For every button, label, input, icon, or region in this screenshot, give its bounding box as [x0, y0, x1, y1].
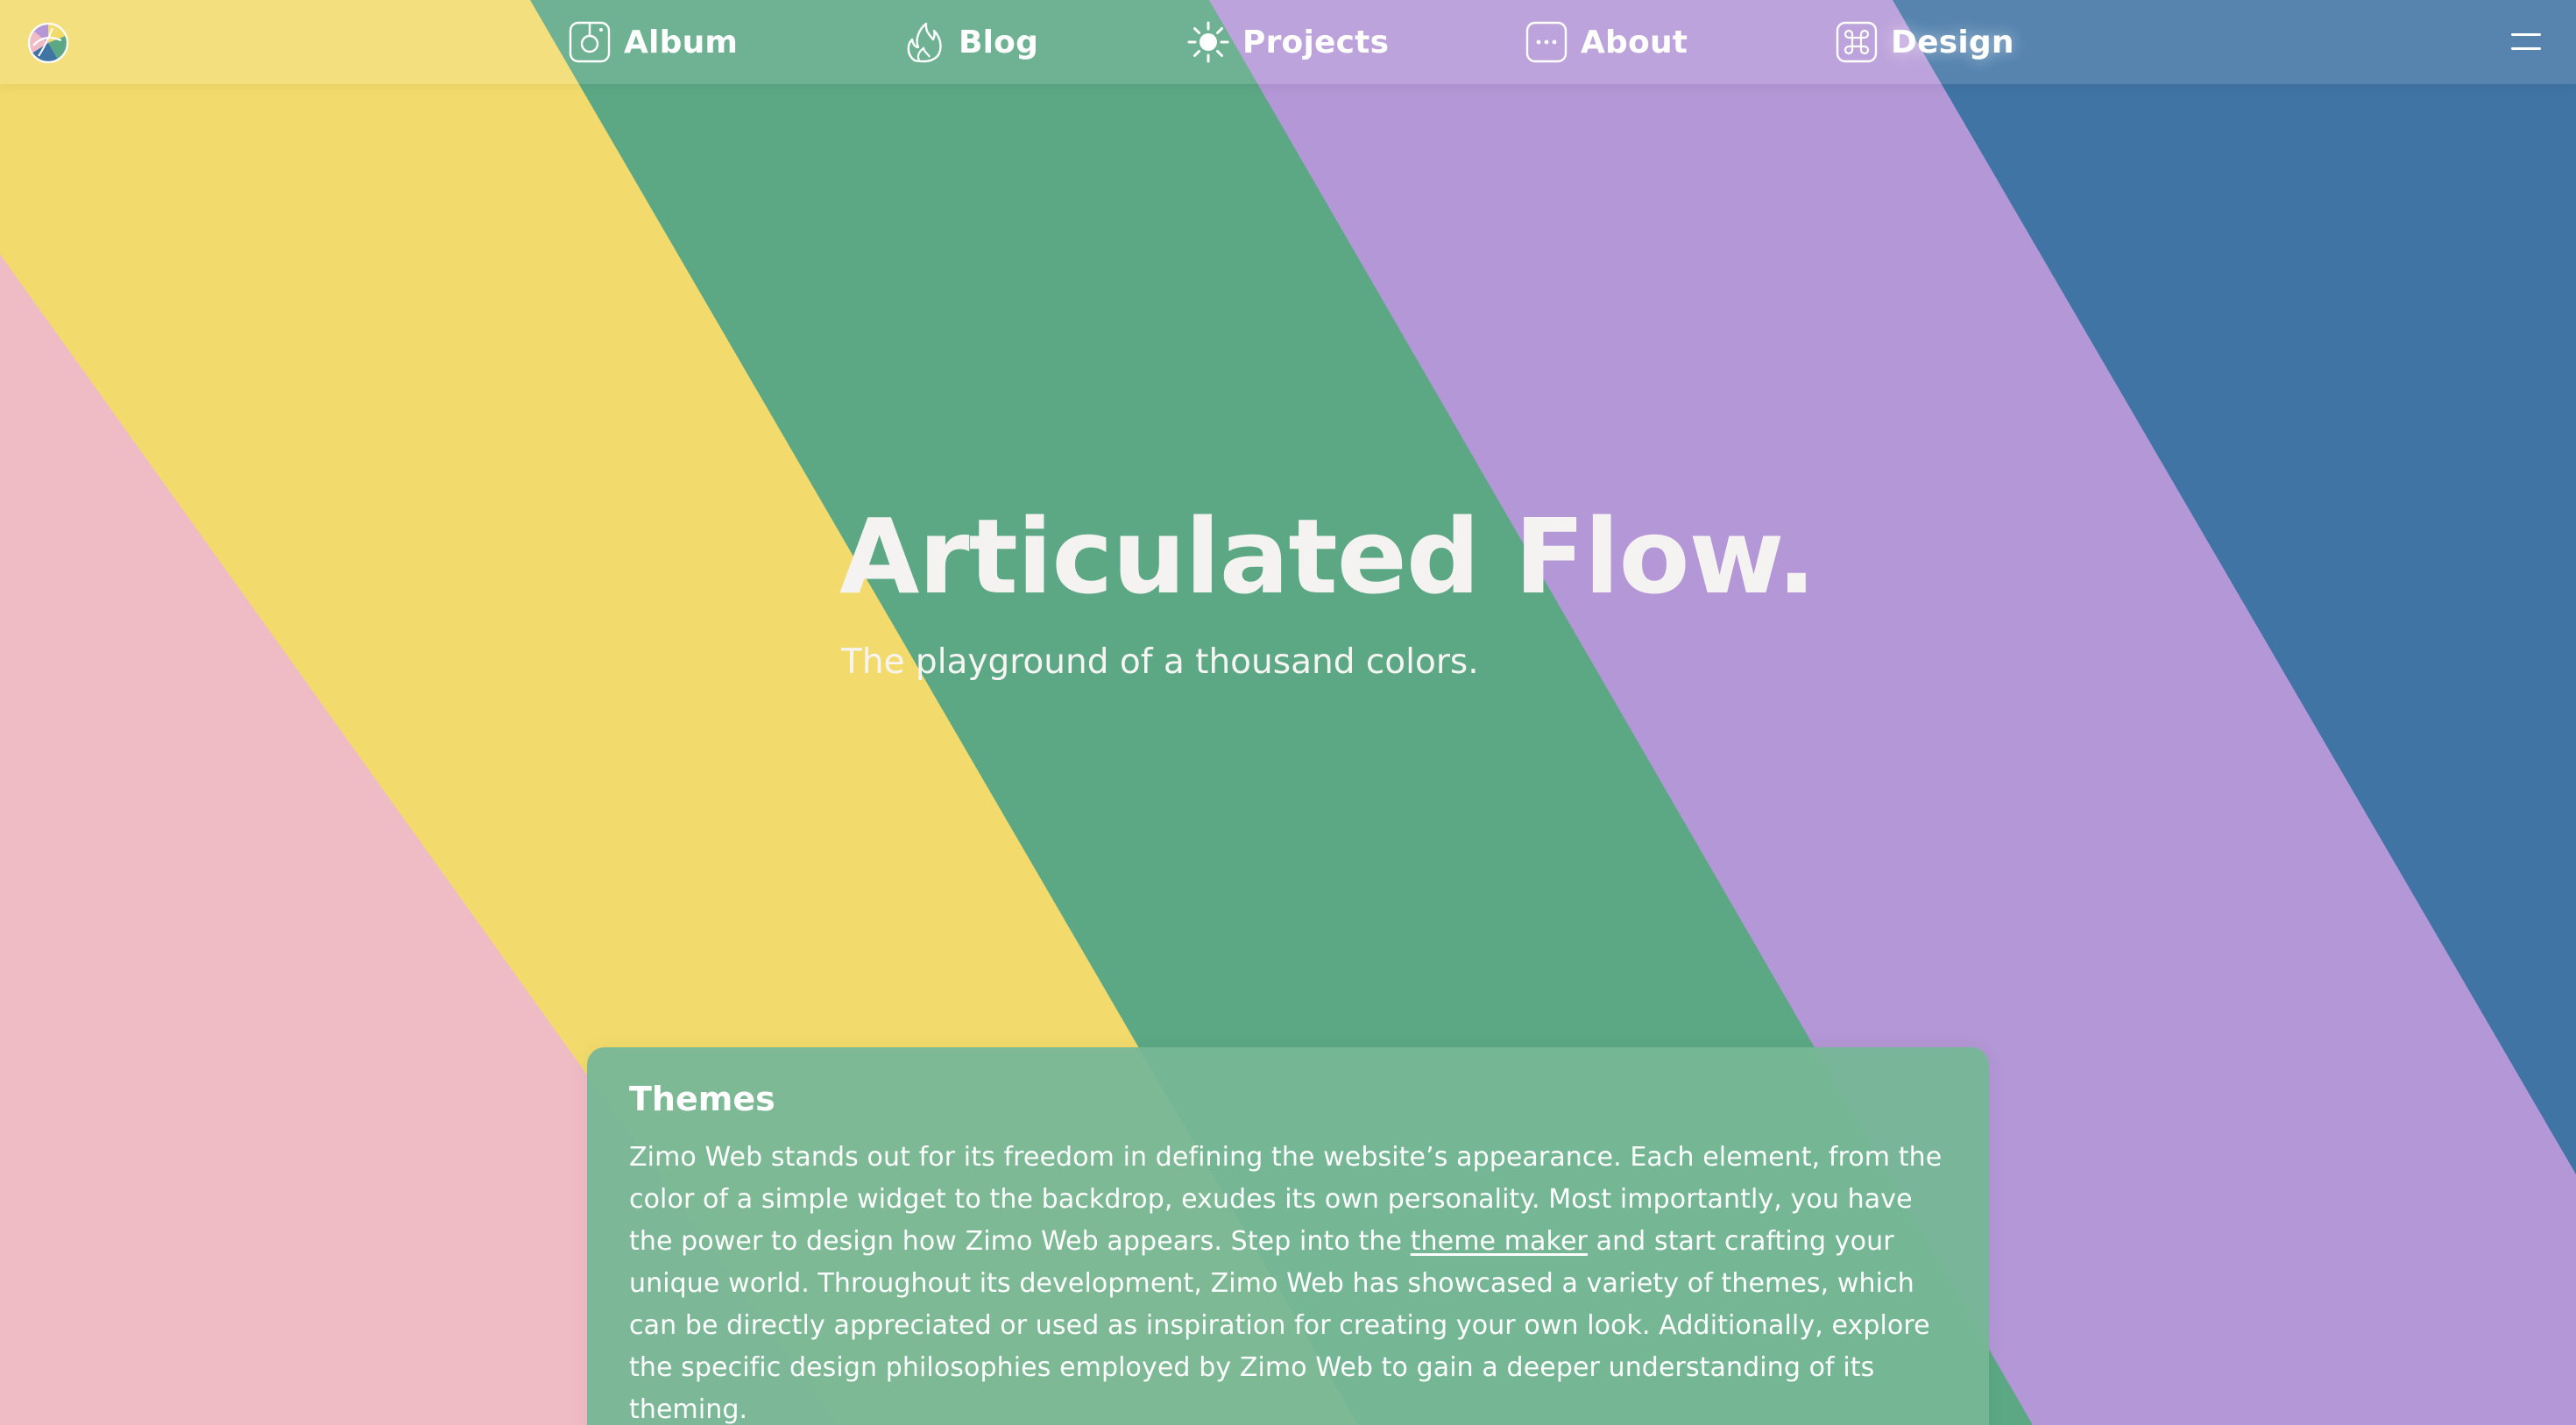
card-body-text: Zimo Web stands out for its freedom in d… — [629, 1137, 1947, 1425]
nav-label-about: About — [1581, 24, 1688, 60]
nav-label-album: Album — [624, 24, 739, 60]
theme-maker-link[interactable]: theme maker — [1411, 1226, 1588, 1257]
nav-label-design: Design — [1891, 24, 2014, 60]
nav-label-projects: Projects — [1242, 24, 1390, 60]
hamburger-menu-icon[interactable] — [2511, 30, 2541, 53]
menu-bar-top — [2511, 33, 2541, 36]
sun-icon — [1186, 20, 1230, 64]
flame-icon — [902, 20, 946, 64]
camera-icon — [568, 20, 612, 64]
hero-subtitle: The playground of a thousand colors. — [841, 642, 1479, 682]
nav-item-blog[interactable]: Blog — [902, 18, 1038, 67]
nav-item-projects[interactable]: Projects — [1186, 18, 1389, 67]
command-key-icon — [1835, 20, 1879, 64]
themes-card: Themes Zimo Web stands out for its freed… — [587, 1047, 1989, 1425]
ellipsis-box-icon — [1525, 20, 1568, 64]
menu-bar-bottom — [2511, 47, 2541, 50]
color-wheel-logo-icon — [27, 22, 69, 64]
nav-item-design[interactable]: Design — [1835, 18, 2014, 67]
site-logo[interactable] — [26, 21, 70, 65]
top-navbar: Album Blog Projects About Design — [0, 0, 2576, 84]
card-title: Themes — [629, 1080, 775, 1118]
hero-title: Articulated Flow. — [839, 496, 1816, 617]
nav-label-blog: Blog — [959, 24, 1039, 60]
nav-item-about[interactable]: About — [1525, 18, 1688, 67]
nav-item-album[interactable]: Album — [568, 18, 738, 67]
